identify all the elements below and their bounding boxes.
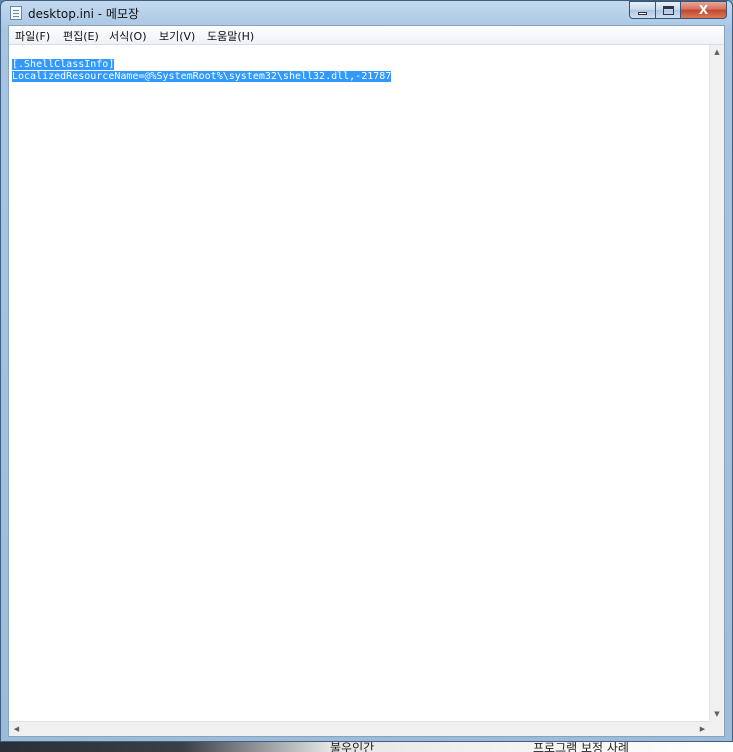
text-editor[interactable]: [.ShellClassInfo] LocalizedResourceName=… bbox=[9, 45, 710, 722]
editor-line-1: [.ShellClassInfo] bbox=[12, 59, 115, 71]
minimize-button[interactable] bbox=[629, 1, 655, 19]
minimize-icon bbox=[638, 12, 647, 15]
client-area: 파일(F) 편집(E) 서식(O) 보기(V) 도움말(H) [.ShellCl… bbox=[8, 25, 725, 737]
scroll-down-icon[interactable]: ▼ bbox=[710, 707, 724, 722]
menu-view[interactable]: 보기(V) bbox=[159, 28, 195, 44]
menu-bar: 파일(F) 편집(E) 서식(O) 보기(V) 도움말(H) bbox=[9, 26, 724, 45]
menu-edit[interactable]: 편집(E) bbox=[63, 28, 99, 44]
horizontal-scrollbar[interactable]: ◀ ▶ bbox=[9, 721, 710, 736]
vertical-scrollbar[interactable]: ▲ ▼ bbox=[709, 45, 724, 722]
selected-text: LocalizedResourceName=@%SystemRoot%\syst… bbox=[12, 71, 392, 82]
selected-text: [.ShellClassInfo] bbox=[12, 59, 115, 70]
notepad-window: desktop.ini - 메모장 X 파일(F) 편집(E) 서식(O) 보기… bbox=[0, 0, 733, 742]
scroll-left-icon[interactable]: ◀ bbox=[9, 722, 24, 736]
maximize-button[interactable] bbox=[655, 1, 681, 19]
scroll-up-icon[interactable]: ▲ bbox=[710, 45, 724, 60]
window-title: desktop.ini - 메모장 bbox=[28, 7, 140, 21]
scroll-right-icon[interactable]: ▶ bbox=[695, 722, 710, 736]
caption-buttons: X bbox=[629, 1, 727, 19]
notepad-icon[interactable] bbox=[10, 6, 22, 20]
close-button[interactable]: X bbox=[681, 1, 727, 19]
maximize-icon bbox=[663, 6, 674, 15]
resize-grip[interactable] bbox=[709, 721, 724, 736]
menu-file[interactable]: 파일(F) bbox=[15, 28, 50, 44]
title-bar[interactable]: desktop.ini - 메모장 X bbox=[1, 1, 732, 25]
menu-format[interactable]: 서식(O) bbox=[109, 28, 146, 44]
menu-help[interactable]: 도움말(H) bbox=[207, 28, 254, 44]
close-icon: X bbox=[698, 3, 709, 17]
editor-line-2: LocalizedResourceName=@%SystemRoot%\syst… bbox=[12, 71, 392, 83]
